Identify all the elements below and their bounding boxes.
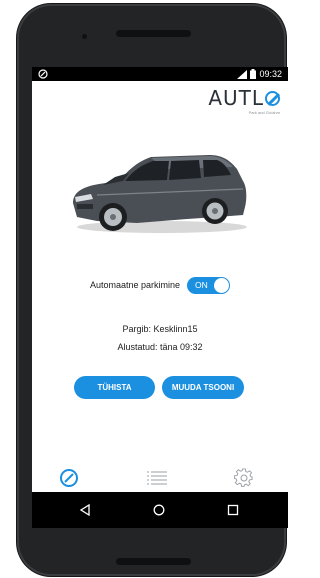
- status-time: 09:32: [259, 69, 282, 79]
- toggle-knob: [214, 277, 230, 293]
- list-icon: [147, 471, 167, 485]
- top-speaker: [116, 30, 191, 37]
- parking-info: Pargib: Kesklinn15 Alustatud: täna 09:32: [32, 320, 288, 356]
- compass-icon: [60, 469, 78, 487]
- front-camera: [82, 34, 87, 39]
- back-button[interactable]: [76, 501, 94, 519]
- logo-o-icon: [265, 90, 280, 106]
- car-photo: [73, 155, 247, 233]
- status-bar: 09:32: [32, 67, 288, 81]
- auto-parking-row: Automaatne parkimine ON: [32, 276, 288, 294]
- logo-tagline: Park and Go/ahm: [248, 110, 280, 115]
- cancel-button[interactable]: TÜHISTA: [74, 376, 155, 399]
- signal-icon: [237, 69, 248, 79]
- bottom-tab-bar: [32, 465, 288, 491]
- change-zone-button[interactable]: MUUDA TSOONI: [162, 376, 244, 399]
- android-nav-bar: [32, 492, 288, 528]
- parking-location: Pargib: Kesklinn15: [122, 324, 198, 334]
- app-screen: 09:32 AUTL Park and Go/ahm Automaatne pa…: [32, 67, 288, 528]
- compass-status-icon: [38, 69, 48, 79]
- gear-icon: [234, 468, 253, 487]
- recents-icon: [227, 504, 239, 516]
- recents-button[interactable]: [224, 501, 242, 519]
- battery-icon: [250, 69, 257, 79]
- back-icon: [79, 504, 90, 516]
- home-icon: [153, 504, 165, 516]
- home-button[interactable]: [150, 501, 168, 519]
- tab-compass[interactable]: [54, 465, 84, 491]
- toggle-state-label: ON: [195, 280, 208, 290]
- tab-settings[interactable]: [229, 465, 259, 491]
- bottom-speaker: [116, 558, 191, 565]
- app-logo: AUTL Park and Go/ahm: [208, 87, 280, 115]
- logo-text: AUTL: [208, 86, 264, 110]
- auto-parking-label: Automaatne parkimine: [89, 280, 181, 290]
- parking-started: Alustatud: täna 09:32: [117, 342, 203, 352]
- auto-parking-toggle[interactable]: ON: [187, 276, 231, 294]
- tab-list[interactable]: [142, 465, 172, 491]
